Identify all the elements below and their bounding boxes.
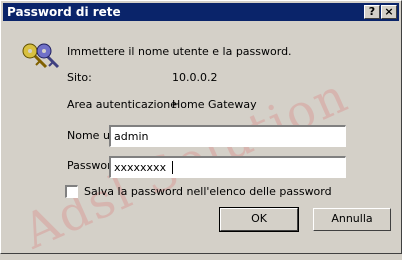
text-caret xyxy=(172,161,173,174)
title-bar[interactable]: Password di rete ? × xyxy=(3,3,399,21)
site-value: 10.0.0.2 xyxy=(172,71,218,84)
site-label: Sito: xyxy=(67,71,92,84)
username-field[interactable] xyxy=(109,125,346,147)
keys-icon xyxy=(22,43,60,69)
save-password-label[interactable]: Salva la password nell'elenco delle pass… xyxy=(84,185,332,199)
password-dialog: Password di rete ? × Adsl Solution Immet… xyxy=(0,0,402,260)
realm-value: Home Gateway xyxy=(172,98,257,111)
save-password-checkbox[interactable] xyxy=(65,185,78,198)
help-button[interactable]: ? xyxy=(364,5,380,19)
cancel-button[interactable]: Annulla xyxy=(313,208,391,231)
close-button[interactable]: × xyxy=(381,5,397,19)
realm-label: Area autenticazione xyxy=(67,98,178,111)
dialog-title: Password di rete xyxy=(7,5,121,19)
password-field[interactable] xyxy=(109,156,346,178)
ok-button[interactable]: OK xyxy=(219,207,299,232)
instruction-text: Immettere il nome utente e la password. xyxy=(67,45,292,58)
